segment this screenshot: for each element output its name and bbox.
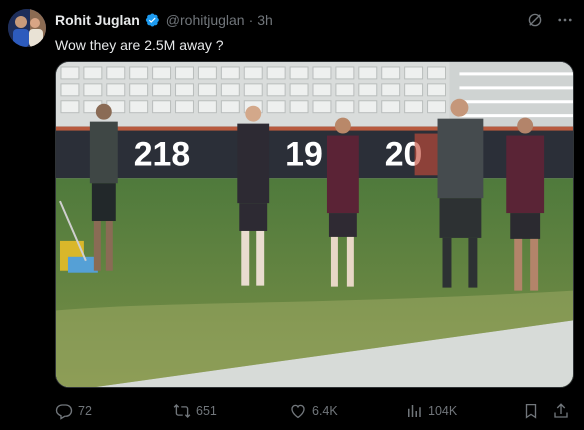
reply-button[interactable]: 72 <box>55 400 92 422</box>
tweet-text: Wow they are 2.5M away ? <box>55 37 224 53</box>
retweet-button[interactable]: 651 <box>173 400 217 422</box>
like-count: 6.4K <box>312 404 338 418</box>
tweet[interactable]: Rohit Juglan @rohitjuglan · 3h Wow they … <box>0 0 584 430</box>
more-button[interactable] <box>554 9 576 31</box>
like-button[interactable]: 6.4K <box>289 400 338 422</box>
board-number-2: 19 <box>285 135 323 173</box>
views-count: 104K <box>428 404 458 418</box>
author-handle[interactable]: @rohitjuglan <box>166 12 245 28</box>
separator-dot: · <box>248 12 254 28</box>
avatar-image <box>8 9 46 47</box>
more-icon <box>558 18 572 22</box>
avatar[interactable] <box>8 9 46 47</box>
share-button[interactable] <box>552 400 570 422</box>
photo-image: 218 19 20 <box>56 62 573 387</box>
timestamp[interactable]: 3h <box>257 12 273 28</box>
retweet-count: 651 <box>196 404 217 418</box>
share-icon <box>554 403 568 418</box>
bookmark-button[interactable] <box>522 400 540 422</box>
views-button[interactable]: 104K <box>405 400 457 422</box>
like-icon <box>291 404 305 419</box>
reply-icon <box>55 404 73 420</box>
author-name[interactable]: Rohit Juglan <box>55 12 140 28</box>
verified-badge-icon <box>144 12 160 28</box>
bookmark-icon <box>525 403 537 419</box>
tweet-header: Rohit Juglan @rohitjuglan · 3h <box>55 11 273 29</box>
grok-button[interactable] <box>524 9 546 31</box>
tweet-actions: 72 651 6.4K 104K <box>55 400 574 422</box>
reply-count: 72 <box>78 404 92 418</box>
retweet-icon <box>173 404 191 418</box>
tweet-photo[interactable]: 218 19 20 <box>55 61 574 388</box>
board-number-1: 218 <box>134 135 191 173</box>
views-icon <box>408 405 421 417</box>
grok-icon <box>528 13 542 27</box>
